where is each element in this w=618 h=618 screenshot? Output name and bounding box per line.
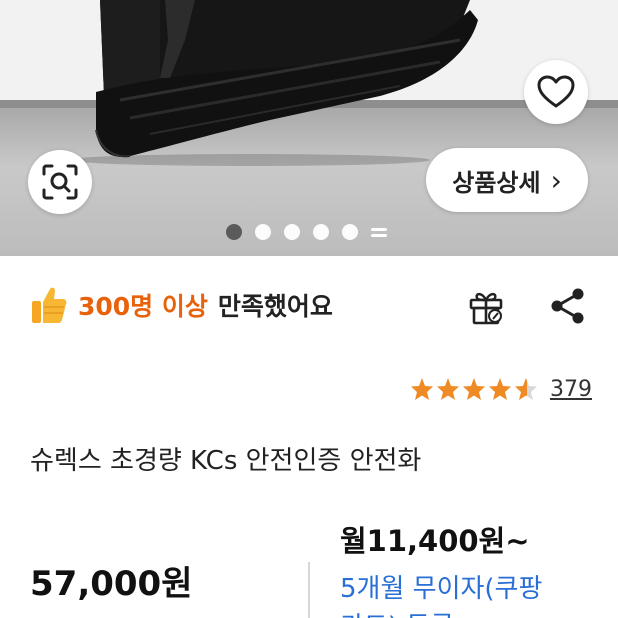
satisfaction-text: 만족했어요 bbox=[217, 292, 333, 321]
product-detail-button[interactable]: 상품상세 › bbox=[426, 148, 588, 212]
review-count-link[interactable]: 379 bbox=[550, 377, 592, 402]
carousel-dot-3[interactable] bbox=[284, 224, 300, 240]
shoe-illustration bbox=[70, 0, 478, 166]
installment-info-link-cont[interactable]: 카드) 등록 bbox=[340, 606, 454, 618]
satisfaction-banner: 300명 이상 만족했어요 bbox=[30, 280, 333, 330]
carousel-dot-2[interactable] bbox=[255, 224, 271, 240]
thumbs-up-icon bbox=[32, 287, 67, 323]
installment-info-link[interactable]: 5개월 무이자(쿠팡 bbox=[340, 568, 542, 605]
product-title: 슈렉스 초경량 KCs 안전인증 안전화 bbox=[30, 446, 422, 476]
product-price: 57,000원 bbox=[30, 564, 193, 604]
carousel-more-icon bbox=[371, 224, 387, 240]
satisfaction-count: 300명 이상 bbox=[78, 292, 208, 321]
carousel-indicator[interactable] bbox=[226, 224, 387, 240]
carousel-dot-1[interactable] bbox=[226, 224, 242, 240]
rating-summary[interactable]: 379 bbox=[410, 372, 592, 406]
carousel-dot-5[interactable] bbox=[342, 224, 358, 240]
wishlist-button[interactable] bbox=[524, 60, 588, 124]
image-search-icon bbox=[42, 164, 78, 200]
share-icon[interactable] bbox=[548, 286, 588, 326]
price-divider bbox=[308, 562, 310, 618]
product-detail-label: 상품상세 bbox=[452, 168, 541, 197]
star-rating-icon bbox=[411, 378, 537, 400]
gift-icon[interactable] bbox=[466, 286, 506, 326]
chevron-right-icon: › bbox=[550, 163, 562, 197]
carousel-dot-4[interactable] bbox=[313, 224, 329, 240]
image-search-button[interactable] bbox=[28, 150, 92, 214]
heart-icon bbox=[537, 75, 575, 108]
monthly-price: 월11,400원~ bbox=[340, 524, 530, 558]
product-image[interactable]: 상품상세 › bbox=[0, 0, 618, 256]
